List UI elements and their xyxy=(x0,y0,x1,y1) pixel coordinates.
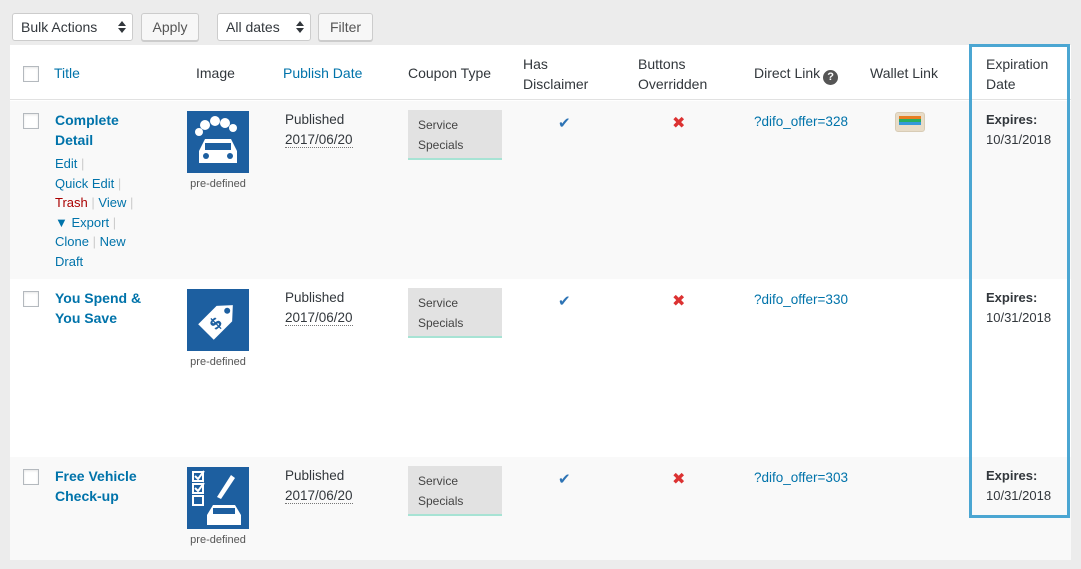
table-row: Complete Detail Edit | Quick Edit | Tras… xyxy=(10,101,1071,279)
image-caption: pre-defined xyxy=(190,534,246,546)
image-caption: pre-defined xyxy=(190,356,246,368)
row-checkbox[interactable] xyxy=(23,113,39,129)
view-link[interactable]: View xyxy=(98,195,126,210)
publish-status: Published xyxy=(285,112,345,127)
coupon-type-badge: Service Specials xyxy=(408,288,502,338)
checkmark-icon: ✔ xyxy=(558,115,571,132)
wallet-pass-icon[interactable] xyxy=(895,112,925,132)
action-separator: | xyxy=(112,214,117,230)
checkmark-icon: ✔ xyxy=(558,293,571,310)
coupon-list-table: Title Image Publish Date Coupon Type Has… xyxy=(10,45,1071,560)
table-row: You Spend & You Save $ pre-defined Publi… xyxy=(10,279,1071,457)
column-title[interactable]: Title xyxy=(54,63,80,83)
cross-icon: ✖ xyxy=(672,293,686,310)
date-filter-label: All dates xyxy=(226,19,280,35)
apply-button[interactable]: Apply xyxy=(141,13,199,41)
bulk-actions-select[interactable]: Bulk Actions xyxy=(12,13,133,41)
action-separator: | xyxy=(92,234,96,250)
row-actions: Edit | Quick Edit | Trash | View | ▼ Exp… xyxy=(55,154,155,272)
column-buttons-overridden-line1: Buttons xyxy=(638,56,686,72)
cross-icon: ✖ xyxy=(672,471,686,488)
row-title-line2: Check-up xyxy=(55,488,119,504)
publish-date: 2017/06/20 xyxy=(285,310,353,326)
publish-info: Published 2017/06/20 xyxy=(285,466,353,506)
action-separator: | xyxy=(129,195,134,211)
table-header: Title Image Publish Date Coupon Type Has… xyxy=(10,45,1071,100)
action-separator: | xyxy=(81,156,85,171)
row-title-link[interactable]: Free Vehicle Check-up xyxy=(55,466,165,506)
action-separator: | xyxy=(91,195,95,211)
coupon-type-line2: Specials xyxy=(418,494,464,508)
table-row: Free Vehicle Check-up pre-defined Publis… xyxy=(10,457,1071,560)
publish-status: Published xyxy=(285,468,345,483)
direct-link[interactable]: ?difo_offer=330 xyxy=(754,292,848,307)
coupon-type-badge: Service Specials xyxy=(408,110,502,160)
vehicle-checkup-thumbnail[interactable] xyxy=(187,467,249,529)
column-direct-link: Direct Link? xyxy=(754,63,839,85)
coupon-type-line1: Service xyxy=(418,296,459,310)
coupon-type-line2: Specials xyxy=(418,138,464,152)
row-title-link[interactable]: Complete Detail xyxy=(55,110,165,150)
row-title-line2: You Save xyxy=(55,310,117,326)
coupon-type-line1: Service xyxy=(418,474,459,488)
trash-link[interactable]: Trash xyxy=(55,195,88,210)
help-icon[interactable]: ? xyxy=(823,70,839,85)
publish-status: Published xyxy=(285,290,345,305)
publish-date: 2017/06/20 xyxy=(285,488,353,504)
coupon-type-line2: Specials xyxy=(418,316,464,330)
direct-link[interactable]: ?difo_offer=303 xyxy=(754,470,848,485)
row-title-line2: Detail xyxy=(55,132,94,148)
column-coupon-type: Coupon Type xyxy=(408,65,492,81)
row-checkbox[interactable] xyxy=(23,291,39,307)
clone-link[interactable]: Clone xyxy=(55,234,89,249)
column-wallet-link: Wallet Link xyxy=(870,65,938,81)
select-arrows-icon xyxy=(296,19,304,35)
edit-link[interactable]: Edit xyxy=(55,156,77,171)
date-filter-select[interactable]: All dates xyxy=(217,13,311,41)
column-has-disclaimer: Has Disclaimer xyxy=(523,54,588,94)
filter-button[interactable]: Filter xyxy=(318,13,373,41)
direct-link[interactable]: ?difo_offer=328 xyxy=(754,114,848,129)
checklist-car-icon xyxy=(192,470,241,525)
cross-icon: ✖ xyxy=(672,115,686,132)
column-publish-date[interactable]: Publish Date xyxy=(283,63,362,83)
publish-date: 2017/06/20 xyxy=(285,132,353,148)
quick-edit-link[interactable]: Quick Edit xyxy=(55,176,114,191)
coupon-type-line1: Service xyxy=(418,118,459,132)
column-has-disclaimer-line1: Has xyxy=(523,56,548,72)
price-tag-thumbnail[interactable]: $ xyxy=(187,289,249,351)
column-image: Image xyxy=(196,65,235,81)
column-buttons-overridden-line2: Overridden xyxy=(638,76,708,92)
publish-info: Published 2017/06/20 xyxy=(285,288,353,328)
row-title-line1: Complete xyxy=(55,112,119,128)
column-buttons-overridden: Buttons Overridden xyxy=(638,54,707,94)
bulk-actions-label: Bulk Actions xyxy=(21,19,98,35)
export-link[interactable]: ▼ Export xyxy=(55,215,109,230)
select-arrows-icon xyxy=(118,19,126,35)
image-caption: pre-defined xyxy=(190,178,246,190)
row-checkbox[interactable] xyxy=(23,469,39,485)
column-direct-link-label: Direct Link xyxy=(754,65,821,81)
price-tag-icon: $ xyxy=(198,305,233,340)
row-title-line1: Free Vehicle xyxy=(55,468,137,484)
car-wash-icon xyxy=(195,116,237,163)
car-wash-thumbnail[interactable] xyxy=(187,111,249,173)
select-all-checkbox[interactable] xyxy=(23,66,39,82)
row-title-link[interactable]: You Spend & You Save xyxy=(55,288,165,328)
action-separator: | xyxy=(117,175,122,191)
coupon-type-badge: Service Specials xyxy=(408,466,502,516)
column-has-disclaimer-line2: Disclaimer xyxy=(523,76,589,92)
row-title-line1: You Spend & xyxy=(55,290,142,306)
checkmark-icon: ✔ xyxy=(558,471,571,488)
expiration-column-highlight xyxy=(969,44,1070,518)
publish-info: Published 2017/06/20 xyxy=(285,110,353,150)
